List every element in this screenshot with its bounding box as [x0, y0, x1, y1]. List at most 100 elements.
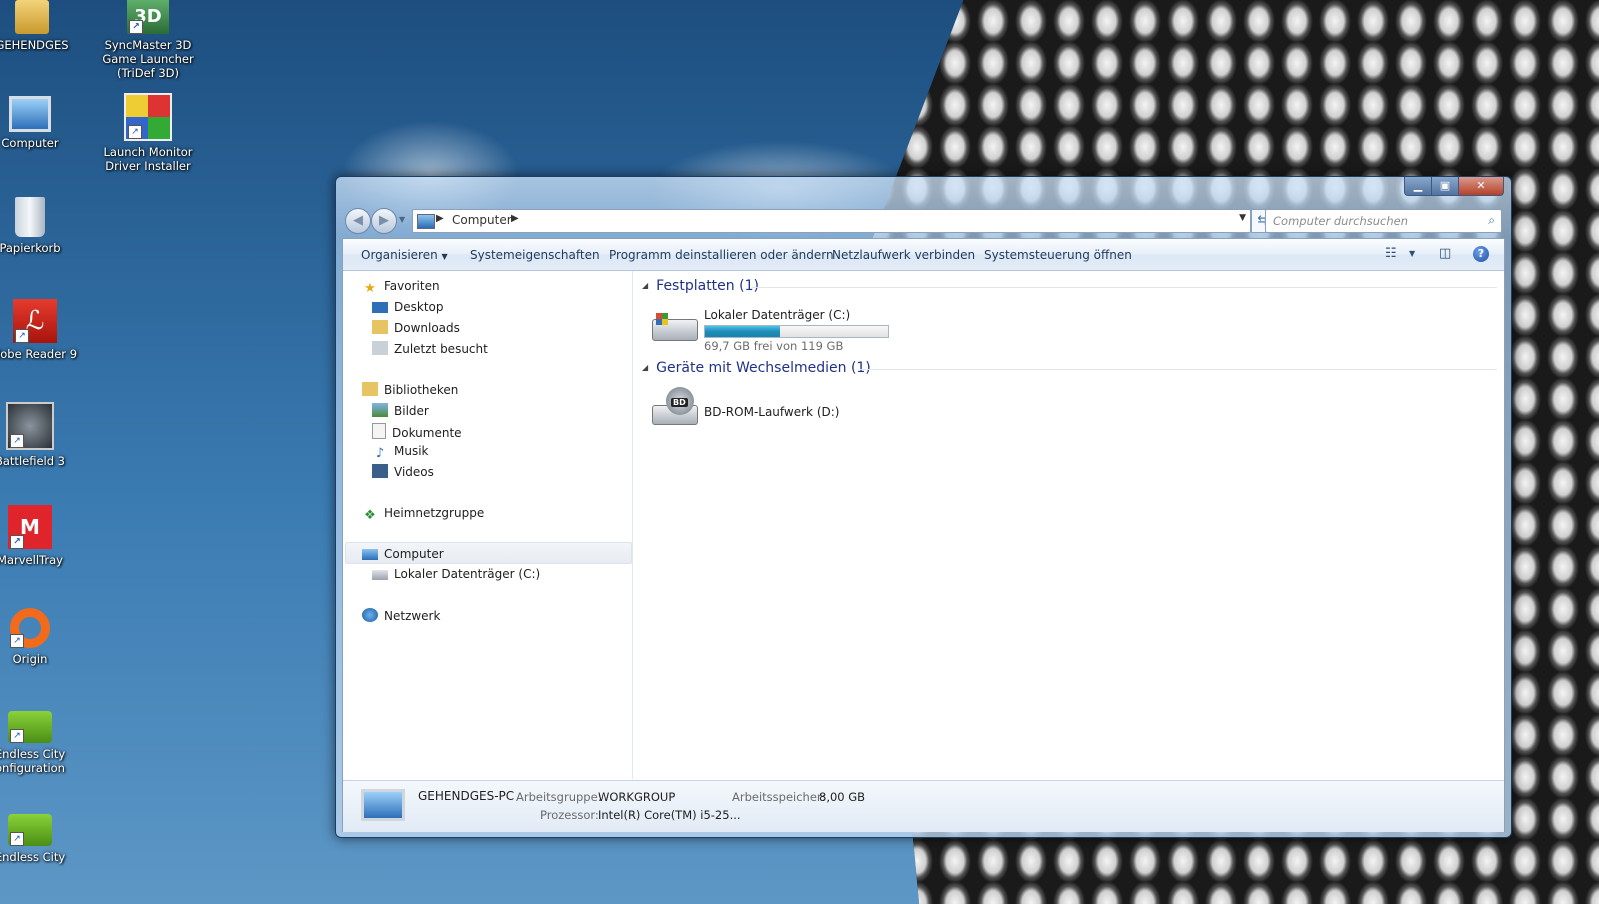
group-divider: [752, 287, 1497, 288]
recent-pages-dropdown[interactable]: ▼: [399, 215, 405, 224]
content-pane: ◢ Festplatten (1) Lokaler Datenträger (C:…: [634, 271, 1504, 779]
recent-places-icon: [372, 341, 388, 355]
nav-item-documents[interactable]: Dokumente: [372, 423, 462, 443]
drive-usage-fill: [705, 326, 781, 337]
nav-item-recent[interactable]: Zuletzt besucht: [372, 341, 488, 361]
desktop-icon-3d-launcher[interactable]: 3D ↗ SyncMaster 3D Game Launcher (TriDef …: [93, 0, 203, 80]
maximize-button[interactable]: ▣: [1431, 177, 1459, 196]
shortcut-arrow-icon: ↗: [15, 329, 29, 343]
shortcut-arrow-icon: ↗: [128, 125, 142, 139]
music-icon: ♪: [375, 446, 385, 461]
nav-item-videos[interactable]: Videos: [372, 464, 434, 484]
network-icon: [362, 608, 378, 622]
shortcut-arrow-icon: ↗: [10, 535, 24, 549]
desktop-icon: [372, 302, 388, 313]
shortcut-arrow-icon: ↗: [10, 434, 24, 448]
collapse-triangle-icon[interactable]: ◢: [642, 281, 648, 290]
map-network-drive-button[interactable]: Netzlaufwerk verbinden: [832, 248, 975, 262]
recycle-bin-icon: [15, 197, 45, 237]
nav-item-libraries[interactable]: Bibliotheken: [362, 382, 458, 402]
details-pane: GEHENDGES-PC Arbeitsgruppe: WORKGROUP Ar…: [343, 780, 1504, 832]
nav-item-desktop[interactable]: Desktop: [372, 300, 444, 320]
explorer-window: ▁ ▣ ✕ ◀ ▶ ▼ ▶ Computer ▶ ▼ ⇆ ⌕ Organisie…: [335, 176, 1512, 838]
battlefield-icon: ↗: [6, 402, 54, 450]
breadcrumb-separator-icon[interactable]: ▶: [511, 213, 519, 224]
drive-name-d[interactable]: BD-ROM-Laufwerk (D:): [704, 405, 839, 419]
breadcrumb-computer[interactable]: Computer: [452, 213, 512, 227]
nav-item-favorites[interactable]: ★ Favoriten: [362, 279, 439, 299]
computer-icon: [362, 549, 378, 560]
workgroup-label: Arbeitsgruppe:: [516, 790, 602, 804]
shortcut-arrow-icon: ↗: [10, 832, 24, 846]
search-input[interactable]: [1273, 211, 1473, 231]
libraries-icon: [362, 382, 378, 396]
view-dropdown-icon[interactable]: ▼: [1409, 249, 1415, 258]
explorer-body: Organisieren ▼ Systemeigenschaften Progr…: [342, 238, 1505, 832]
desktop-icon-computer[interactable]: Computer: [0, 96, 85, 150]
nav-item-computer[interactable]: Computer: [362, 547, 444, 567]
desktop-icon-marvell[interactable]: M ↗ MarvellTray: [0, 505, 85, 567]
search-box[interactable]: ⌕: [1265, 209, 1502, 233]
desktop-icon-origin[interactable]: ↗ Origin: [0, 608, 85, 666]
desktop-icon-recycle-bin[interactable]: Papierkorb: [0, 197, 85, 255]
adobe-reader-icon: ℒ ↗: [13, 299, 57, 343]
view-options-icon[interactable]: ☷: [1385, 246, 1397, 261]
drive-name-c[interactable]: Lokaler Datenträger (C:): [704, 308, 850, 322]
search-icon[interactable]: ⌕: [1488, 213, 1495, 228]
desktop-icon-monitor-driver[interactable]: ↗ Launch Monitor Driver Installer: [93, 93, 203, 173]
bd-badge: BD: [671, 398, 688, 407]
star-icon: ★: [364, 281, 376, 296]
nav-item-homegroup[interactable]: ❖ Heimnetzgruppe: [362, 506, 484, 526]
minimize-button[interactable]: ▁: [1404, 177, 1432, 196]
nvidia-icon: ↗: [8, 814, 52, 846]
processor-value: Intel(R) Core(TM) i5-25...: [598, 808, 741, 822]
desktop-icon-user-folder[interactable]: GEHENDGES: [0, 0, 87, 52]
nav-item-downloads[interactable]: Downloads: [372, 320, 460, 340]
homegroup-icon: ❖: [364, 508, 376, 523]
computer-icon: [417, 214, 435, 229]
pc-name: GEHENDGES-PC: [418, 789, 515, 803]
close-button[interactable]: ✕: [1458, 177, 1504, 196]
nav-item-local-disk[interactable]: Lokaler Datenträger (C:): [372, 567, 540, 587]
windows-logo-icon: [656, 313, 668, 325]
endless-city-config-label: Endless City onfiguration: [0, 747, 66, 775]
desktop-icon-adobe-reader[interactable]: ℒ ↗ dobe Reader 9: [0, 299, 90, 361]
breadcrumb-separator-icon[interactable]: ▶: [436, 213, 444, 224]
chevron-down-icon: ▼: [441, 252, 448, 261]
marvell-icon: M ↗: [8, 505, 52, 549]
command-bar: Organisieren ▼ Systemeigenschaften Progr…: [343, 239, 1504, 271]
collapse-triangle-icon[interactable]: ◢: [642, 363, 648, 372]
open-control-panel-button[interactable]: Systemsteuerung öffnen: [984, 248, 1132, 262]
user-folder-icon: [15, 0, 49, 34]
navigation-pane: ★ Favoriten Desktop Downloads Zuletzt bes…: [343, 271, 633, 779]
help-icon[interactable]: ?: [1473, 246, 1489, 262]
drive-item-d[interactable]: BD: [650, 385, 710, 435]
videos-icon: [372, 464, 388, 478]
address-dropdown-icon[interactable]: ▼: [1239, 213, 1246, 223]
shortcut-arrow-icon: ↗: [129, 20, 143, 34]
address-bar[interactable]: ▶ Computer ▶ ▼: [412, 209, 1251, 233]
uninstall-program-button[interactable]: Programm deinstallieren oder ändern: [609, 248, 834, 262]
hard-drive-icon: [372, 570, 388, 580]
back-button[interactable]: ◀: [345, 208, 371, 234]
nav-item-music[interactable]: ♪ Musik: [372, 444, 429, 464]
3d-launcher-icon: 3D ↗: [127, 0, 169, 34]
group-divider: [860, 369, 1497, 370]
forward-button[interactable]: ▶: [371, 208, 397, 234]
group-header-removable[interactable]: ◢ Geräte mit Wechselmedien (1): [642, 360, 871, 376]
origin-icon: ↗: [10, 608, 50, 648]
workgroup-value: WORKGROUP: [598, 790, 676, 804]
group-header-hard-disks[interactable]: ◢ Festplatten (1): [642, 278, 759, 294]
preview-pane-icon[interactable]: ◫: [1439, 246, 1451, 261]
desktop-icon-endless-city[interactable]: ↗ Endless City: [0, 814, 85, 864]
drive-free-space-c: 69,7 GB frei von 119 GB: [704, 339, 844, 353]
system-properties-button[interactable]: Systemeigenschaften: [470, 248, 600, 262]
organize-button[interactable]: Organisieren ▼: [361, 248, 448, 262]
nav-item-pictures[interactable]: Bilder: [372, 403, 429, 423]
nvidia-icon: ↗: [8, 711, 52, 743]
nav-item-network[interactable]: Netzwerk: [362, 608, 440, 628]
computer-icon: [9, 96, 51, 132]
documents-icon: [372, 423, 386, 439]
desktop-icon-battlefield[interactable]: ↗ Battlefield 3: [0, 402, 85, 468]
desktop-icon-endless-city-config[interactable]: ↗ Endless City onfiguration: [0, 711, 85, 775]
